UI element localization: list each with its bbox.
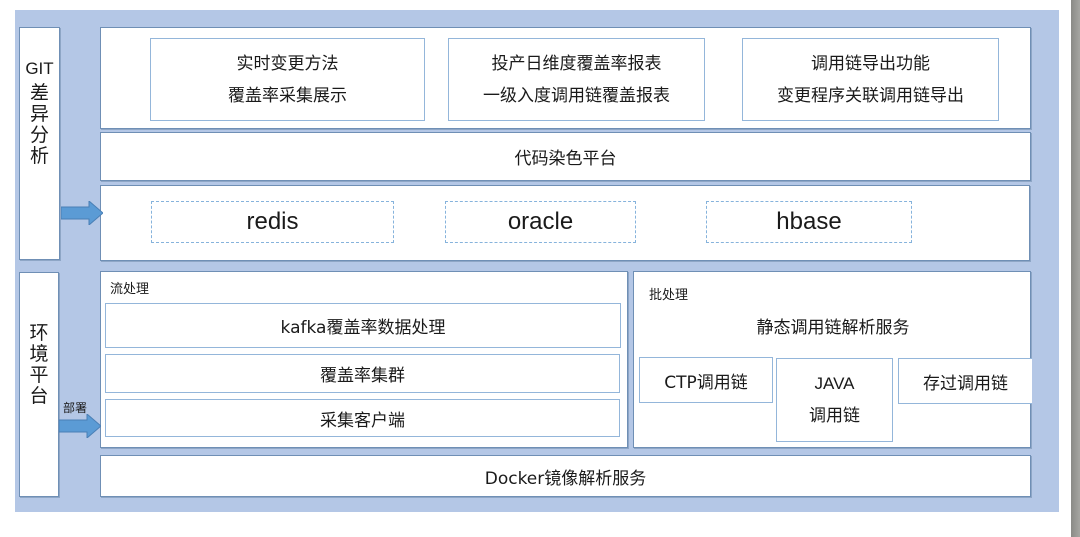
env-label-char: 台 [29,385,49,407]
stream-item-coverage-cluster: 覆盖率集群 [105,354,620,393]
features-panel: 实时变更方法 覆盖率采集展示 投产日维度覆盖率报表 一级入度调用链覆盖报表 调用… [100,27,1031,129]
chain-ctp: CTP调用链 [639,357,773,403]
batch-processing-panel: 批处理 静态调用链解析服务 CTP调用链 JAVA 调用链 存过调用链 [633,271,1032,448]
storage-label: redis [246,208,299,235]
stream-processing-title: 流处理 [110,282,150,297]
feature-line: 一级入度调用链覆盖报表 [483,85,670,106]
feature-box-realtime-coverage: 实时变更方法 覆盖率采集展示 [150,38,425,121]
git-diff-analysis-label: GIT 差 异 分 析 [19,27,60,260]
chain-java: JAVA 调用链 [776,358,893,442]
right-arrow-icon [61,201,103,225]
stream-item-label: 采集客户端 [320,410,405,431]
chain-stored-procedure: 存过调用链 [898,358,1032,404]
feature-line: 调用链导出功能 [811,53,930,74]
git-label-char: 异 [29,103,49,125]
storage-panel: redis oracle hbase [100,185,1030,261]
feature-box-chain-export: 调用链导出功能 变更程序关联调用链导出 [742,38,999,121]
stream-processing-panel: 流处理 kafka覆盖率数据处理 覆盖率集群 采集客户端 [100,271,628,448]
storage-oracle: oracle [445,201,636,243]
static-chain-service-label: 静态调用链解析服务 [756,317,910,338]
right-arrow-icon [59,414,101,438]
chain-label: 调用链 [809,406,860,426]
env-platform-label: 环 境 平 台 [19,272,59,497]
platform-label: 代码染色平台 [514,149,617,169]
storage-redis: redis [151,201,394,243]
feature-box-coverage-report: 投产日维度覆盖率报表 一级入度调用链覆盖报表 [448,38,705,121]
docker-image-service: Docker镜像解析服务 [100,455,1031,497]
env-label-char: 平 [29,364,49,386]
scrollbar[interactable] [1071,0,1080,537]
stream-item-label: kafka覆盖率数据处理 [280,318,446,338]
storage-label: hbase [776,208,842,235]
git-label-latin: GIT [25,59,54,78]
feature-line: 变更程序关联调用链导出 [777,85,964,106]
git-label-char: 差 [29,82,49,104]
chain-label: 存过调用链 [923,373,1008,394]
env-label-char: 境 [29,343,49,365]
storage-hbase: hbase [706,201,912,243]
chain-label: JAVA [814,374,855,393]
feature-line: 覆盖率采集展示 [228,85,347,106]
docker-label: Docker镜像解析服务 [484,468,647,489]
chain-label: CTP调用链 [664,372,748,393]
stream-item-collector-client: 采集客户端 [105,399,620,437]
stream-item-kafka: kafka覆盖率数据处理 [105,303,621,348]
static-chain-service: 静态调用链解析服务 [634,310,1032,340]
git-label-char: 析 [29,145,49,167]
storage-label: oracle [507,208,574,235]
env-label-char: 环 [29,322,49,344]
git-label-char: 分 [29,124,49,146]
batch-processing-title: 批处理 [649,288,689,303]
code-coloring-platform: 代码染色平台 [100,132,1031,181]
stream-item-label: 覆盖率集群 [320,366,405,386]
feature-line: 实时变更方法 [236,53,339,74]
feature-line: 投产日维度覆盖率报表 [491,53,662,74]
